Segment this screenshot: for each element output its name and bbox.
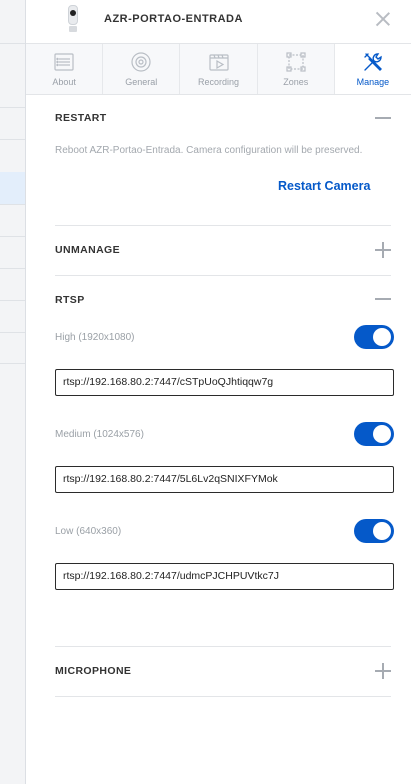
tools-icon <box>364 53 382 71</box>
restart-camera-button[interactable]: Restart Camera <box>278 179 370 193</box>
background-row <box>0 332 25 333</box>
background-row <box>0 236 25 237</box>
tab-zones[interactable]: Zones <box>258 44 335 94</box>
tab-general-label: General <box>125 77 158 87</box>
restart-heading: RESTART <box>55 112 107 124</box>
tab-general[interactable]: General <box>103 44 181 94</box>
background-selected-row <box>0 172 25 204</box>
divider <box>55 275 391 276</box>
tab-recording-label: Recording <box>197 77 240 87</box>
collapse-restart-icon[interactable] <box>375 110 391 126</box>
close-icon[interactable] <box>375 11 391 27</box>
background-list <box>0 0 26 784</box>
stream-medium-url-field[interactable]: rtsp://192.168.80.2:7447/5L6Lv2qSNIXFYMo… <box>55 466 394 493</box>
stream-high-url-field[interactable]: rtsp://192.168.80.2:7447/cSTpUoQJhtiqqw7… <box>55 369 394 396</box>
divider <box>55 225 391 226</box>
camera-settings-panel: AZR-PORTAO-ENTRADA About General Recordi… <box>26 0 411 784</box>
panel-header: AZR-PORTAO-ENTRADA <box>26 0 411 43</box>
expand-microphone-icon[interactable] <box>375 663 391 679</box>
camera-lens-icon <box>131 52 151 72</box>
tab-recording[interactable]: Recording <box>180 44 258 94</box>
background-row <box>0 107 25 108</box>
tab-about[interactable]: About <box>26 44 104 94</box>
rtsp-heading: RTSP <box>55 294 85 306</box>
film-play-icon <box>208 54 229 71</box>
stream-medium-toggle[interactable] <box>354 422 394 446</box>
restart-description: Reboot AZR-Portao-Entrada. Camera config… <box>55 145 363 156</box>
settings-tabs: About General Recording Zones Manage <box>26 43 411 95</box>
tab-zones-label: Zones <box>283 77 309 87</box>
divider <box>55 696 391 697</box>
zones-icon <box>286 52 306 72</box>
tab-manage-label: Manage <box>356 77 390 87</box>
background-row <box>0 363 25 364</box>
expand-unmanage-icon[interactable] <box>375 242 391 258</box>
background-row <box>0 43 25 44</box>
stream-low-toggle[interactable] <box>354 519 394 543</box>
unmanage-heading: UNMANAGE <box>55 244 121 256</box>
stream-medium-label: Medium (1024x576) <box>55 429 144 440</box>
camera-thumbnail-icon <box>66 5 80 33</box>
collapse-rtsp-icon[interactable] <box>375 291 391 307</box>
stream-high-label: High (1920x1080) <box>55 332 135 343</box>
list-icon <box>54 53 74 71</box>
camera-title: AZR-PORTAO-ENTRADA <box>104 13 243 25</box>
background-row <box>0 204 25 205</box>
tab-manage[interactable]: Manage <box>334 44 411 94</box>
tab-about-label: About <box>52 77 76 87</box>
background-row <box>0 300 25 301</box>
background-row <box>0 268 25 269</box>
microphone-heading: MICROPHONE <box>55 665 132 677</box>
background-row <box>0 139 25 140</box>
stream-low-url-field[interactable]: rtsp://192.168.80.2:7447/udmcPJCHPUVtkc7… <box>55 563 394 590</box>
divider <box>55 646 391 647</box>
stream-high-toggle[interactable] <box>354 325 394 349</box>
stream-low-label: Low (640x360) <box>55 526 122 537</box>
